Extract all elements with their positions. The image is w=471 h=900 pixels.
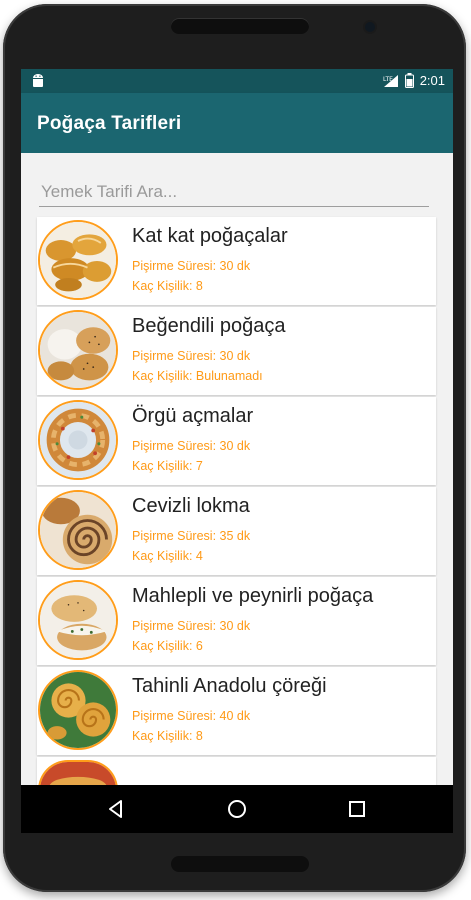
recipe-title: Kat kat poğaçalar [132, 225, 288, 247]
search-container [39, 177, 429, 211]
recipe-card-partial[interactable] [37, 757, 436, 785]
search-input[interactable] [39, 177, 429, 207]
recipe-thumbnail [38, 580, 118, 660]
screen: LTE 2:01 Poğaça Tarifleri Yemek Tarifi A… [21, 69, 453, 785]
system-nav-bar [21, 785, 453, 833]
recipe-card[interactable]: Örgü açmalar Pişirme Süresi: 30 dk Kaç K… [37, 397, 436, 485]
recipe-cook-time: Pişirme Süresi: 40 dk [132, 709, 251, 723]
back-icon[interactable] [104, 797, 128, 821]
recipe-card[interactable]: Cevizli lokma Pişirme Süresi: 35 dk Kaç … [37, 487, 436, 575]
recipe-title: Cevizli lokma [132, 495, 250, 517]
android-notification-icon [33, 74, 43, 87]
recipe-title: Mahlepli ve peynirli poğaça [132, 585, 374, 607]
recipe-servings: Kaç Kişilik: 6 [132, 639, 203, 653]
recipe-thumbnail [38, 310, 118, 390]
recipe-cook-time: Pişirme Süresi: 30 dk [132, 439, 251, 453]
recents-icon[interactable] [345, 797, 369, 821]
status-time: 2:01 [419, 73, 445, 88]
top-speaker [171, 18, 309, 34]
signal-icon: LTE [383, 74, 398, 87]
recipe-cook-time: Pişirme Süresi: 35 dk [132, 529, 251, 543]
recipe-servings: Kaç Kişilik: 8 [132, 729, 203, 743]
recipe-title: Beğendili poğaça [132, 315, 286, 337]
recipe-title: Tahinli Anadolu çöreği [132, 675, 327, 697]
network-type-label: LTE [383, 76, 393, 83]
recipe-servings: Kaç Kişilik: Bulunamadı [132, 369, 263, 383]
recipe-servings: Kaç Kişilik: 7 [132, 459, 203, 473]
recipe-card[interactable]: Kat kat poğaçalar Pişirme Süresi: 30 dk … [37, 217, 436, 305]
recipe-thumbnail [38, 670, 118, 750]
main-content: Kat kat poğaçalar Pişirme Süresi: 30 dk … [21, 153, 453, 785]
bottom-speaker [171, 856, 309, 872]
recipe-card[interactable]: Tahinli Anadolu çöreği Pişirme Süresi: 4… [37, 667, 436, 755]
app-bar: Poğaça Tarifleri [21, 93, 453, 153]
recipe-thumbnail [38, 760, 118, 785]
status-right-group: LTE 2:01 [383, 73, 445, 88]
recipe-servings: Kaç Kişilik: 8 [132, 279, 203, 293]
recipe-list: Kat kat poğaçalar Pişirme Süresi: 30 dk … [37, 217, 436, 785]
recipe-cook-time: Pişirme Süresi: 30 dk [132, 619, 251, 633]
battery-icon [404, 73, 414, 88]
home-icon[interactable] [225, 797, 249, 821]
recipe-thumbnail [38, 490, 118, 570]
recipe-thumbnail [38, 400, 118, 480]
recipe-cook-time: Pişirme Süresi: 30 dk [132, 259, 251, 273]
recipe-card[interactable]: Beğendili poğaça Pişirme Süresi: 30 dk K… [37, 307, 436, 395]
recipe-title: Örgü açmalar [132, 405, 254, 427]
app-title: Poğaça Tarifleri [37, 113, 182, 134]
recipe-thumbnail [38, 220, 118, 300]
recipe-card[interactable]: Mahlepli ve peynirli poğaça Pişirme Süre… [37, 577, 436, 665]
status-bar: LTE 2:01 [21, 69, 453, 93]
front-camera [365, 22, 375, 32]
recipe-cook-time: Pişirme Süresi: 30 dk [132, 349, 251, 363]
recipe-servings: Kaç Kişilik: 4 [132, 549, 203, 563]
